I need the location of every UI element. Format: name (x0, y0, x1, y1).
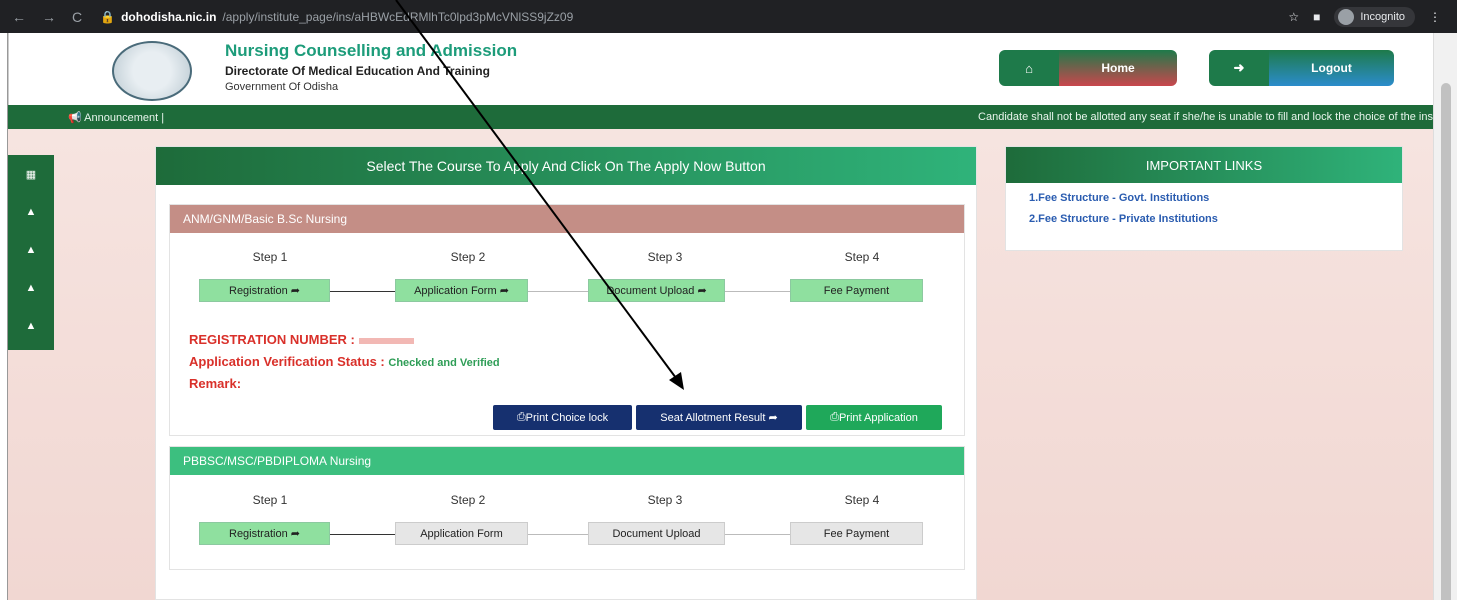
bell-icon[interactable]: ▲ (8, 193, 54, 231)
home-button[interactable]: ⌂ Home (999, 50, 1177, 86)
verification-status-value: Checked and Verified (388, 357, 500, 369)
lock-icon: 🔒 (100, 9, 116, 24)
site-subtitle: Directorate Of Medical Education And Tra… (225, 64, 490, 78)
site-org: Government Of Odisha (225, 81, 339, 93)
announcement-text: Candidate shall not be allotted any seat… (978, 111, 1433, 123)
course-card-pbbsc: PBBSC/MSC/PBDIPLOMA Nursing Step 1 Step … (169, 446, 965, 570)
step-label: Step 4 (844, 250, 880, 264)
back-icon[interactable]: ← (12, 9, 26, 25)
step-label: Step 2 (450, 250, 486, 264)
browser-toolbar: ← → C 🔒 dohodisha.nic.in/apply/institute… (0, 0, 1457, 33)
window-icon[interactable]: ■ (1313, 10, 1320, 24)
fee-structure-govt-link[interactable]: 1.Fee Structure - Govt. Institutions (1006, 192, 1402, 204)
menu-icon[interactable]: ⋮ (1429, 10, 1441, 24)
step-label: Step 3 (647, 250, 683, 264)
announcement-bar: 📢 Announcement | Candidate shall not be … (8, 105, 1433, 129)
home-icon: ⌂ (999, 50, 1059, 86)
share-arrow-icon: ➦ (290, 528, 300, 540)
course-name: PBBSC/MSC/PBDIPLOMA Nursing (170, 447, 964, 475)
remark-label: Remark: (189, 376, 242, 391)
verification-status: Application Verification Status : Checke… (189, 354, 500, 369)
course-card-anm-gnm: ANM/GNM/Basic B.Sc Nursing Step 1 Step 2… (169, 204, 965, 436)
star-icon[interactable]: ☆ (1288, 10, 1299, 24)
announcement-label: 📢 Announcement | (68, 111, 165, 124)
step-connector (330, 534, 395, 535)
application-form-step-button[interactable]: Application Form ➦ (395, 279, 528, 302)
address-bar[interactable]: 🔒 dohodisha.nic.in/apply/institute_page/… (100, 10, 573, 24)
step-connector (528, 534, 588, 535)
important-links-panel: IMPORTANT LINKS 1.Fee Structure - Govt. … (1005, 146, 1403, 251)
side-nav: ▦ ▲ ▲ ▲ ▲ (8, 155, 54, 350)
fee-structure-private-link[interactable]: 2.Fee Structure - Private Institutions (1006, 213, 1402, 225)
logout-label: Logout (1269, 50, 1394, 86)
step-connector (725, 534, 790, 535)
share-arrow-icon: ➦ (499, 285, 509, 297)
megaphone-icon: 📢 (68, 111, 85, 124)
site-title: Nursing Counselling and Admission (225, 41, 518, 60)
step-connector (725, 291, 790, 292)
document-upload-step-button[interactable]: Document Upload ➦ (588, 279, 725, 302)
page-scrollbar[interactable] (1433, 33, 1457, 600)
document-upload-step-button[interactable]: Document Upload (588, 522, 725, 545)
bell-icon[interactable]: ▲ (8, 269, 54, 307)
step-label: Step 1 (252, 250, 288, 264)
print-icon: ⎙ (516, 411, 526, 423)
redacted-reg-number (358, 337, 414, 344)
reload-icon[interactable]: C (72, 9, 82, 25)
incognito-badge[interactable]: Incognito (1334, 6, 1415, 27)
fee-payment-step-button[interactable]: Fee Payment (790, 522, 923, 545)
odisha-emblem-logo (112, 41, 192, 101)
forward-icon[interactable]: → (42, 9, 56, 25)
print-icon: ⎙ (830, 411, 839, 423)
sign-out-icon: ➜ (1209, 50, 1269, 86)
print-application-button[interactable]: ⎙ Print Application (806, 405, 942, 430)
registration-step-button[interactable]: Registration ➦ (199, 279, 330, 302)
home-label: Home (1059, 50, 1177, 86)
registration-number-label: REGISTRATION NUMBER : (189, 332, 414, 347)
fee-payment-step-button[interactable]: Fee Payment (790, 279, 923, 302)
incognito-label: Incognito (1360, 10, 1405, 23)
step-label: Step 2 (450, 493, 486, 507)
step-label: Step 3 (647, 493, 683, 507)
course-panel: Select The Course To Apply And Click On … (155, 146, 977, 600)
logout-button[interactable]: ➜ Logout (1209, 50, 1394, 86)
url-host: dohodisha.nic.in (121, 9, 217, 24)
url-path: /apply/institute_page/ins/aHBWcEdRMlhTc0… (222, 9, 574, 24)
step-connector (528, 291, 588, 292)
incognito-icon (1338, 8, 1355, 25)
window-left-frame (0, 33, 8, 600)
bell-icon[interactable]: ▲ (8, 307, 54, 345)
step-label: Step 1 (252, 493, 288, 507)
bell-icon[interactable]: ▲ (8, 231, 54, 269)
step-connector (330, 291, 395, 292)
panel-title: Select The Course To Apply And Click On … (156, 147, 976, 185)
site-header: Nursing Counselling and Admission Direct… (8, 33, 1433, 105)
share-arrow-icon: ➦ (290, 285, 300, 297)
step-label: Step 4 (844, 493, 880, 507)
seat-allotment-result-button[interactable]: Seat Allotment Result ➦ (636, 405, 802, 430)
dashboard-icon[interactable]: ▦ (8, 155, 54, 193)
registration-step-button[interactable]: Registration ➦ (199, 522, 330, 545)
application-form-step-button[interactable]: Application Form (395, 522, 528, 545)
course-name: ANM/GNM/Basic B.Sc Nursing (170, 205, 964, 233)
scrollbar-thumb[interactable] (1441, 83, 1451, 600)
share-arrow-icon: ➦ (768, 412, 778, 424)
print-choice-lock-button[interactable]: ⎙ Print Choice lock (493, 405, 632, 430)
brand-block: Nursing Counselling and Admission Direct… (225, 41, 517, 93)
share-arrow-icon: ➦ (697, 285, 707, 297)
important-links-title: IMPORTANT LINKS (1006, 147, 1402, 183)
